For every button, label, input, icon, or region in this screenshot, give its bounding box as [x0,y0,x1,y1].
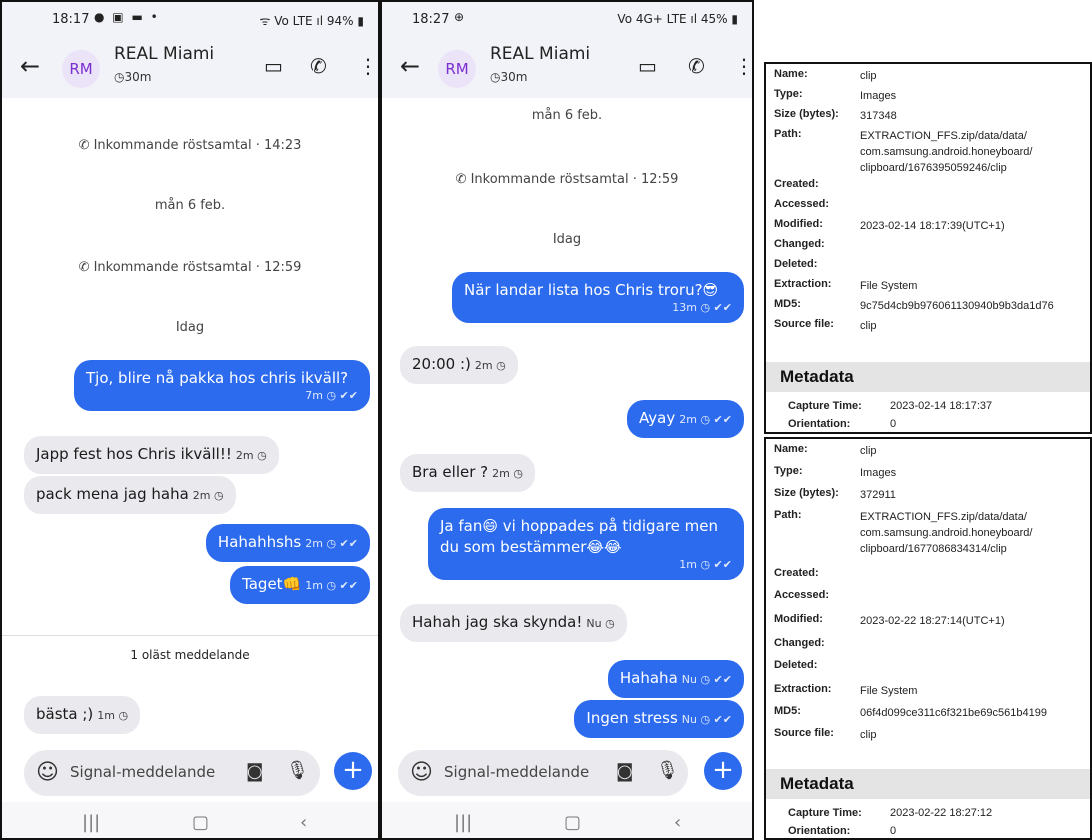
file-properties-panel-2: Name: clip Type: Images Size (bytes): 37291… [764,437,1092,840]
message-bubble-outgoing[interactable]: Hahahhshs 2m ◷ ✔✔ [205,524,370,562]
mic-icon[interactable]: 🎙 [656,760,679,781]
plus-icon[interactable]: + [334,752,372,790]
message-bubble-outgoing[interactable]: Ja fan😄 vi hoppades på tidigare men du s… [428,508,744,580]
recents-icon[interactable]: ||| [454,812,472,833]
conversation-header: ← RM REAL Miami ◷30m ▭ ✆ ⋮ [382,40,752,98]
metadata-header: Metadata [766,769,1090,799]
back-arrow-icon[interactable]: ← [20,52,40,80]
date-divider: mån 6 feb. [531,108,603,123]
plus-icon[interactable]: + [704,752,742,790]
message-bubble-outgoing[interactable]: När landar lista hos Chris troru?😎 13m ◷… [452,272,744,323]
mic-icon[interactable]: 🎙 [286,760,309,781]
conversation-header: ← RM REAL Miami ◷30m ▭ ✆ ⋮ [2,40,378,98]
phone-screenshot-1: 18:17 ● ▣ ▬ • ᯤ Vo LTE ıl 94% ▮ ← RM REA… [0,0,380,840]
timer-icon: ◷ [114,70,125,84]
message-bubble-outgoing[interactable]: Hahaha Nu ◷ ✔✔ [607,660,744,698]
contact-name[interactable]: REAL Miami [490,44,590,64]
avatar[interactable]: RM [62,50,100,88]
call-event: ✆ Inkommande röstsamtal · 14:23 [78,138,302,153]
camera-icon[interactable]: ◙ [246,761,263,782]
nav-back-icon[interactable]: ‹ [674,812,681,833]
android-nav-bar: ||| ▢ ‹ [382,802,752,838]
home-icon[interactable]: ▢ [192,812,209,833]
date-divider: mån 6 feb. [154,198,226,213]
message-composer[interactable]: ☺ Signal-meddelande ◙ 🎙 [398,750,688,796]
home-icon[interactable]: ▢ [564,812,581,833]
android-nav-bar: ||| ▢ ‹ [2,802,378,838]
message-bubble-outgoing[interactable]: Ayay 2m ◷ ✔✔ [627,400,744,438]
back-arrow-icon[interactable]: ← [400,52,420,80]
status-time: 18:17 [52,12,90,27]
file-properties-panel-1: Name: clip Type: Images Size (bytes): 31734… [764,62,1092,434]
phone-icon[interactable]: ✆ [688,54,705,78]
more-icon[interactable]: ⋮ [734,54,752,78]
message-bubble-incoming[interactable]: Bra eller ? 2m ◷ [400,454,535,492]
metadata-header: Metadata [766,362,1090,392]
more-icon[interactable]: ⋮ [358,54,378,78]
message-bubble-outgoing[interactable]: Taget👊 1m ◷ ✔✔ [230,566,370,604]
phone-screenshot-2: 18:27 ⊕ Vo 4G+ LTE ıl 45% ▮ ← RM REAL Mi… [380,0,754,840]
notification-icons: ⊕ [454,10,467,24]
timer-icon: ◷ [490,70,501,84]
status-time: 18:27 [412,12,450,27]
camera-icon[interactable]: ◙ [616,761,633,782]
emoji-icon[interactable]: ☺ [410,760,433,785]
avatar[interactable]: RM [438,50,476,88]
message-bubble-incoming[interactable]: bästa ;) 1m ◷ [24,696,141,734]
contact-name[interactable]: REAL Miami [114,44,214,64]
video-call-icon[interactable]: ▭ [264,54,283,78]
disappearing-timer: ◷30m [114,70,152,84]
message-composer[interactable]: ☺ Signal-meddelande ◙ 🎙 [24,750,320,796]
status-bar: 18:27 ⊕ Vo 4G+ LTE ıl 45% ▮ [382,2,752,40]
date-divider: Idag [175,320,205,335]
message-input[interactable]: Signal-meddelande [444,763,589,781]
emoji-icon[interactable]: ☺ [36,760,59,785]
incoming-call-icon: ✆ [455,172,471,187]
message-bubble-incoming[interactable]: Hahah jag ska skynda! Nu ◷ [400,604,627,642]
nav-back-icon[interactable]: ‹ [300,812,307,833]
date-divider: Idag [552,232,582,247]
phone-icon[interactable]: ✆ [310,54,327,78]
recents-icon[interactable]: ||| [82,812,100,833]
unread-divider: 1 oläst meddelande [2,635,378,675]
notification-icons: ● ▣ ▬ • [94,10,160,24]
message-bubble-outgoing[interactable]: Ingen stress Nu ◷ ✔✔ [574,700,744,738]
call-event: ✆ Inkommande röstsamtal · 12:59 [78,260,302,275]
call-event: ✆ Inkommande röstsamtal · 12:59 [455,172,679,187]
incoming-call-icon: ✆ [78,138,94,153]
message-bubble-incoming[interactable]: Japp fest hos Chris ikväll!! 2m ◷ [24,436,279,474]
video-call-icon[interactable]: ▭ [638,54,657,78]
incoming-call-icon: ✆ [78,260,94,275]
disappearing-timer: ◷30m [490,70,528,84]
status-bar: 18:17 ● ▣ ▬ • ᯤ Vo LTE ıl 94% ▮ [2,2,378,40]
message-bubble-incoming[interactable]: pack mena jag haha 2m ◷ [24,476,236,514]
message-input[interactable]: Signal-meddelande [70,763,215,781]
status-right: Vo 4G+ LTE ıl 45% ▮ [617,12,738,26]
message-bubble-incoming[interactable]: 20:00 :) 2m ◷ [400,346,518,384]
status-right: ᯤ Vo LTE ıl 94% ▮ [259,14,364,28]
message-bubble-outgoing[interactable]: Tjo, blire nå pakka hos chris ikväll? 7m… [74,360,370,411]
